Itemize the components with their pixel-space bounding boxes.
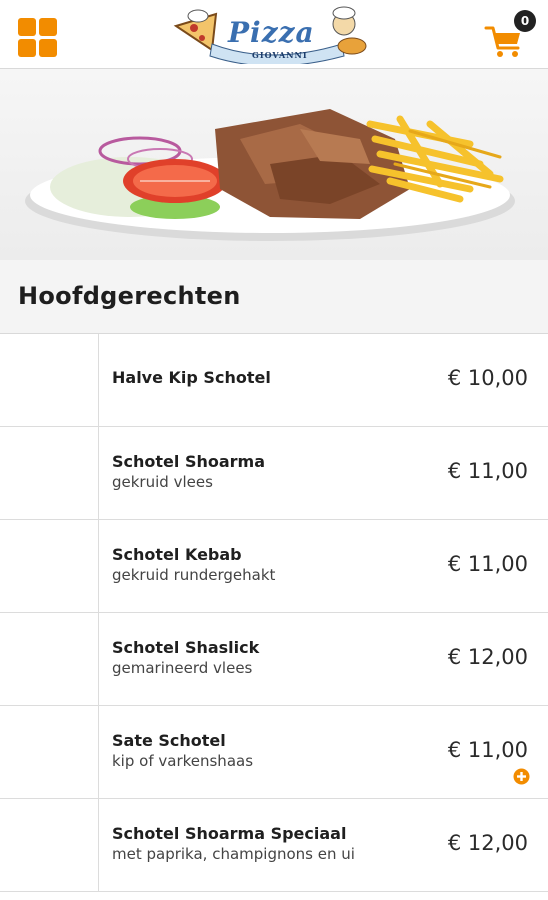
app-header: Pizza GIOVANNI 0 bbox=[0, 0, 548, 69]
grid-menu-icon[interactable] bbox=[18, 18, 58, 58]
cart-button[interactable]: 0 bbox=[484, 10, 536, 60]
item-thumbnail bbox=[0, 334, 99, 426]
menu-item[interactable]: Schotel Shoarma gekruid vlees € 11,00 bbox=[0, 427, 548, 520]
category-header: Hoofdgerechten bbox=[0, 260, 548, 334]
item-thumbnail bbox=[0, 613, 99, 705]
item-name: Sate Schotel bbox=[112, 731, 226, 750]
item-price: € 10,00 bbox=[447, 366, 528, 390]
menu-item[interactable]: Schotel Shoarma Speciaal met paprika, ch… bbox=[0, 799, 548, 892]
item-price: € 11,00 bbox=[447, 459, 528, 483]
item-price: € 11,00 bbox=[447, 552, 528, 576]
menu-item-list: Halve Kip Schotel € 10,00 Schotel Shoarm… bbox=[0, 334, 548, 892]
menu-item[interactable]: Schotel Shaslick gemarineerd vlees € 12,… bbox=[0, 613, 548, 706]
item-name: Schotel Kebab bbox=[112, 545, 242, 564]
pizza-giovanni-logo[interactable]: Pizza GIOVANNI bbox=[172, 6, 368, 64]
item-thumbnail bbox=[0, 706, 99, 798]
item-description: gemarineerd vlees bbox=[112, 659, 253, 677]
menu-item[interactable]: Schotel Kebab gekruid rundergehakt € 11,… bbox=[0, 520, 548, 613]
category-title: Hoofdgerechten bbox=[18, 282, 241, 310]
logo-subtext: GIOVANNI bbox=[252, 50, 308, 60]
add-plus-icon[interactable] bbox=[513, 768, 530, 785]
item-name: Schotel Shaslick bbox=[112, 638, 260, 657]
item-price: € 12,00 bbox=[447, 831, 528, 855]
item-thumbnail bbox=[0, 520, 99, 612]
item-name: Schotel Shoarma bbox=[112, 452, 266, 471]
cart-count-badge: 0 bbox=[514, 10, 536, 32]
item-thumbnail bbox=[0, 427, 99, 519]
item-description: gekruid rundergehakt bbox=[112, 566, 276, 584]
item-name: Schotel Shoarma Speciaal bbox=[112, 824, 347, 843]
hero-food-image bbox=[0, 69, 548, 260]
item-description: kip of varkenshaas bbox=[112, 752, 254, 770]
logo-text: Pizza bbox=[228, 16, 315, 49]
menu-item[interactable]: Sate Schotel kip of varkenshaas € 11,00 bbox=[0, 706, 548, 799]
item-name: Halve Kip Schotel bbox=[112, 368, 271, 387]
item-price: € 12,00 bbox=[447, 645, 528, 669]
item-thumbnail bbox=[0, 799, 99, 891]
item-price: € 11,00 bbox=[447, 738, 528, 762]
item-description: gekruid vlees bbox=[112, 473, 213, 491]
item-description: met paprika, champignons en ui bbox=[112, 845, 355, 863]
menu-item[interactable]: Halve Kip Schotel € 10,00 bbox=[0, 334, 548, 427]
